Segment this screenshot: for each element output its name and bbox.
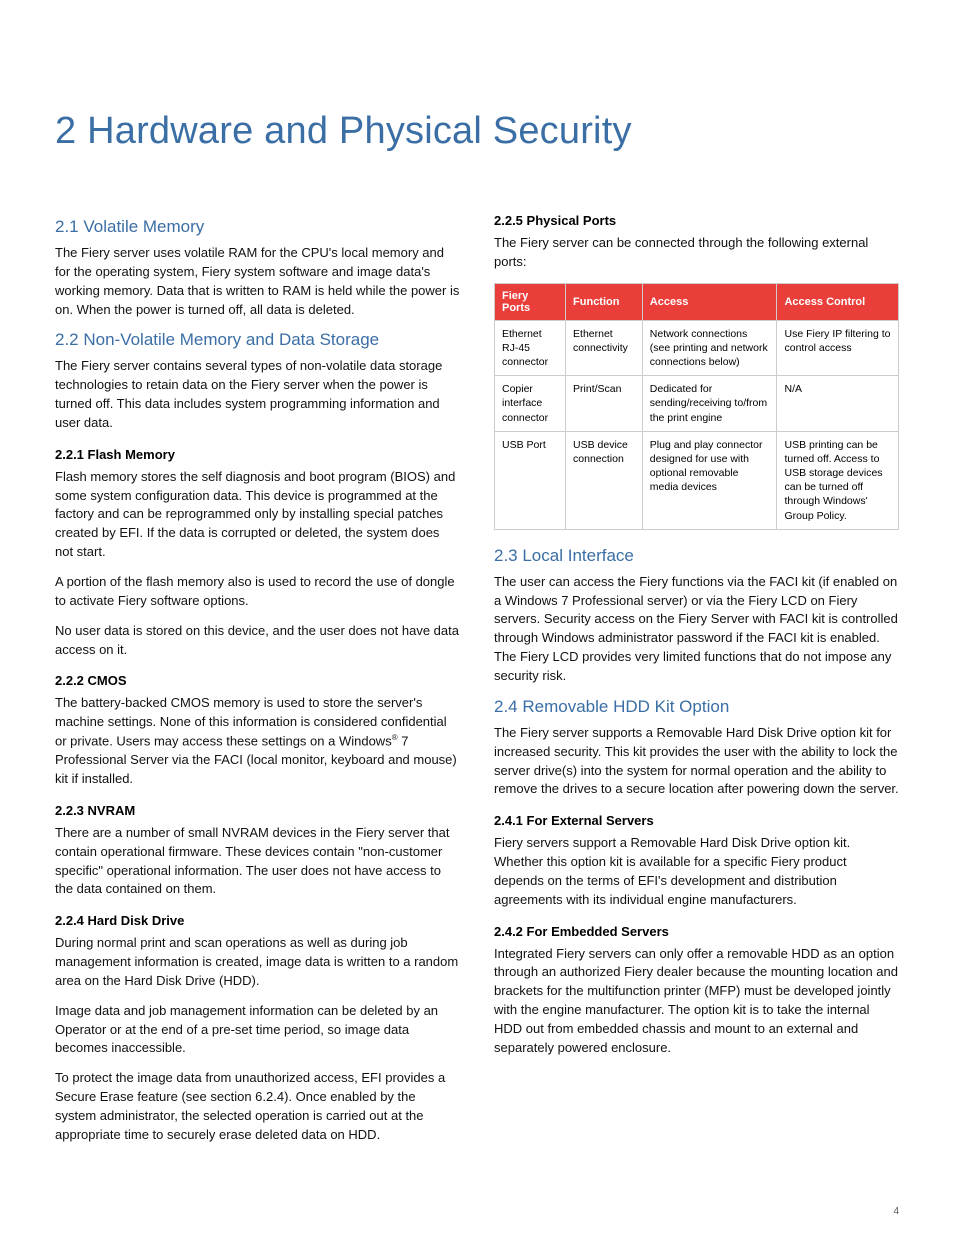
heading-2-3: 2.3 Local Interface [494,546,899,566]
para: The user can access the Fiery functions … [494,573,899,686]
heading-2-2-1: 2.2.1 Flash Memory [55,447,460,462]
cell: N/A [777,376,899,432]
th-ports: Fiery Ports [495,283,566,320]
para: Fiery servers support a Removable Hard D… [494,834,899,909]
cell: Dedicated for sending/receiving to/from … [642,376,777,432]
cell: USB printing can be turned off. Access t… [777,431,899,529]
th-function: Function [566,283,643,320]
cell: USB Port [495,431,566,529]
ports-table: Fiery Ports Function Access Access Contr… [494,283,899,530]
para: The Fiery server contains several types … [55,357,460,432]
para: A portion of the flash memory also is us… [55,573,460,611]
th-access-control: Access Control [777,283,899,320]
para-cmos: The battery-backed CMOS memory is used t… [55,694,460,789]
para: The Fiery server supports a Removable Ha… [494,724,899,799]
heading-2-2-2: 2.2.2 CMOS [55,673,460,688]
table-row: Copier interface connector Print/Scan De… [495,376,899,432]
para: To protect the image data from unauthori… [55,1069,460,1144]
para: The Fiery server uses volatile RAM for t… [55,244,460,319]
table-header-row: Fiery Ports Function Access Access Contr… [495,283,899,320]
cell: Copier interface connector [495,376,566,432]
para: The Fiery server can be connected throug… [494,234,899,272]
heading-2-2-3: 2.2.3 NVRAM [55,803,460,818]
th-access: Access [642,283,777,320]
cell: Ethernet RJ-45 connector [495,320,566,376]
para: Integrated Fiery servers can only offer … [494,945,899,1058]
cell: Print/Scan [566,376,643,432]
table-row: Ethernet RJ-45 connector Ethernet connec… [495,320,899,376]
heading-2-2: 2.2 Non-Volatile Memory and Data Storage [55,330,460,350]
table-row: USB Port USB device connection Plug and … [495,431,899,529]
para: There are a number of small NVRAM device… [55,824,460,899]
para: Flash memory stores the self diagnosis a… [55,468,460,562]
right-column: 2.2.5 Physical Ports The Fiery server ca… [494,213,899,1156]
cell: Use Fiery IP filtering to control access [777,320,899,376]
heading-2-4: 2.4 Removable HDD Kit Option [494,697,899,717]
left-column: 2.1 Volatile Memory The Fiery server use… [55,213,460,1156]
heading-2-2-5: 2.2.5 Physical Ports [494,213,899,228]
cell: USB device connection [566,431,643,529]
cell: Ethernet connectivity [566,320,643,376]
para: During normal print and scan operations … [55,934,460,991]
heading-2-2-4: 2.2.4 Hard Disk Drive [55,913,460,928]
cell: Network connections (see printing and ne… [642,320,777,376]
page-number: 4 [893,1206,899,1217]
heading-2-4-2: 2.4.2 For Embedded Servers [494,924,899,939]
content-columns: 2.1 Volatile Memory The Fiery server use… [55,213,899,1156]
heading-2-1: 2.1 Volatile Memory [55,217,460,237]
cell: Plug and play connector designed for use… [642,431,777,529]
para: Image data and job management informatio… [55,1002,460,1059]
cmos-text-a: The battery-backed CMOS memory is used t… [55,695,447,748]
page-title: 2 Hardware and Physical Security [55,110,899,153]
para: No user data is stored on this device, a… [55,622,460,660]
heading-2-4-1: 2.4.1 For External Servers [494,813,899,828]
